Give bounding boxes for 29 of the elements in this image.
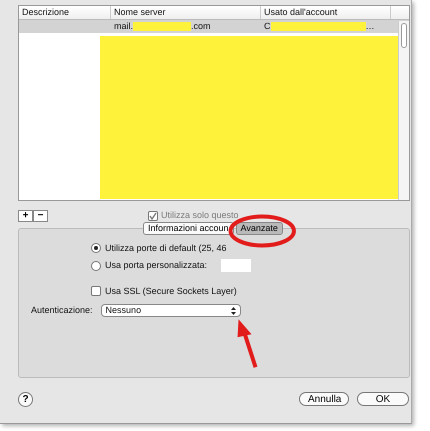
radio-label: Usa porta personalizzata:	[105, 259, 208, 272]
tab[interactable]: Avanzate	[236, 222, 283, 234]
server-text: mail.	[114, 20, 134, 33]
server-text: .com	[191, 20, 211, 33]
radio-button[interactable]	[91, 243, 101, 254]
field-label: Autenticazione:	[31, 304, 93, 317]
dialog-button[interactable]: OK	[357, 392, 409, 406]
tab[interactable]: Informazioni accoun	[143, 222, 234, 234]
scrollbar-thumb[interactable]	[401, 23, 407, 48]
column-header[interactable]: Descrizione	[19, 6, 111, 19]
account-text: C	[264, 20, 270, 33]
account-text: …	[366, 20, 374, 33]
port-field[interactable]	[221, 259, 252, 272]
dialog-button[interactable]: Annulla	[299, 392, 349, 406]
table-row[interactable]: mail. .com C …	[19, 20, 409, 33]
remove-button[interactable]: −	[33, 210, 48, 222]
checkbox-label: Usa SSL (Secure Sockets Layer)	[105, 284, 237, 298]
checkbox[interactable]	[91, 286, 101, 296]
radio-button[interactable]	[91, 260, 101, 271]
redaction-block	[133, 22, 192, 31]
column-header[interactable]: Nome server	[111, 6, 261, 19]
authentication-select[interactable]: Nessuno	[100, 304, 241, 318]
stepper-icon	[230, 306, 236, 315]
annotation-arrow	[238, 319, 258, 368]
radio-label: Utilizza porte di default (25, 46	[105, 242, 227, 255]
help-button[interactable]: ?	[18, 392, 33, 406]
add-button[interactable]: +	[18, 210, 33, 222]
column-header[interactable]: Usato dall'account	[261, 6, 391, 19]
checkbox-label: Utilizza solo questo	[161, 209, 239, 222]
